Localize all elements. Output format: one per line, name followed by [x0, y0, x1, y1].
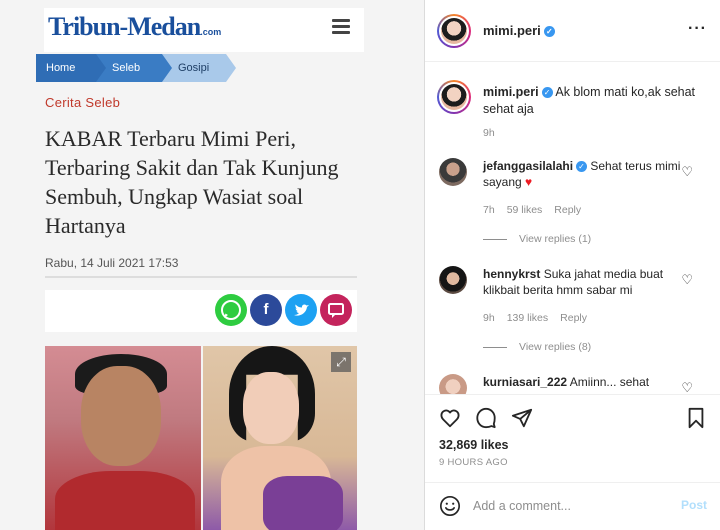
view-replies-button[interactable]: View replies (8) — [483, 341, 591, 353]
article-screenshot: Tribun-Medan.com Home Seleb Gosipi Cerit… — [0, 0, 424, 530]
site-header: Tribun-Medan.com — [44, 8, 364, 52]
like-heart-icon[interactable] — [439, 407, 461, 429]
avatar[interactable] — [439, 158, 467, 186]
comment-icon[interactable] — [320, 294, 352, 326]
comment-username[interactable]: hennykrst — [483, 267, 540, 281]
divider — [45, 276, 357, 278]
caption-time: 9h — [483, 127, 495, 139]
comment-likes[interactable]: 139 likes — [507, 312, 548, 324]
whatsapp-icon[interactable] — [215, 294, 247, 326]
avatar[interactable] — [439, 266, 467, 294]
verified-icon: ✓ — [576, 161, 588, 173]
avatar[interactable] — [437, 80, 471, 114]
post-actions: 32,869 likes 9 HOURS AGO — [425, 394, 720, 480]
article-category[interactable]: Cerita Seleb — [45, 95, 120, 110]
comment-time: 9h — [483, 312, 495, 324]
post-header: mimi.peri ✓ ··· — [425, 0, 720, 62]
reply-button[interactable]: Reply — [560, 312, 587, 324]
expand-icon[interactable]: ⤢ — [331, 352, 351, 372]
view-replies-button[interactable]: View replies (1) — [483, 233, 591, 245]
likes-count[interactable]: 32,869 likes — [439, 438, 509, 452]
post-username[interactable]: mimi.peri ✓ — [483, 23, 555, 38]
emoji-smile-icon[interactable] — [439, 495, 461, 517]
instagram-panel: mimi.peri ✓ ··· mimi.peri ✓ Ak blom mati k… — [424, 0, 720, 530]
twitter-icon[interactable] — [285, 294, 317, 326]
more-options-icon[interactable]: ··· — [688, 20, 707, 38]
facebook-icon[interactable]: f — [250, 294, 282, 326]
verified-icon: ✓ — [543, 26, 555, 38]
red-heart-emoji: ♥ — [525, 175, 533, 189]
site-logo[interactable]: Tribun-Medan.com — [48, 12, 221, 42]
comment-input[interactable] — [473, 495, 663, 517]
publish-date: Rabu, 14 Juli 2021 17:53 — [45, 256, 179, 270]
heart-icon[interactable]: ♡ — [681, 164, 693, 180]
photo-before — [45, 346, 201, 530]
comments-list[interactable]: mimi.peri ✓ Ak blom mati ko,ak sehat seha… — [425, 62, 720, 394]
comment-time: 7h — [483, 204, 495, 216]
breadcrumb: Home Seleb Gosipi — [36, 54, 236, 82]
reply-button[interactable]: Reply — [554, 204, 581, 216]
heart-icon[interactable]: ♡ — [681, 272, 693, 288]
comment-username[interactable]: jefanggasilalahi — [483, 159, 573, 173]
comment-likes[interactable]: 59 likes — [507, 204, 543, 216]
caption-username[interactable]: mimi.peri — [483, 85, 539, 99]
article-headline: KABAR Terbaru Mimi Peri, Terbaring Sakit… — [45, 126, 339, 238]
article-photo[interactable]: ⤢ — [45, 346, 357, 530]
verified-icon: ✓ — [541, 87, 553, 99]
comment-username[interactable]: kurniasari_222 — [483, 375, 567, 389]
avatar[interactable] — [439, 374, 467, 394]
bookmark-icon[interactable] — [685, 407, 707, 429]
heart-icon[interactable]: ♡ — [681, 380, 693, 394]
avatar[interactable] — [437, 14, 471, 48]
breadcrumb-home[interactable]: Home — [36, 54, 106, 82]
comment-text: Amiinn... sehat — [569, 375, 650, 389]
share-bar: f — [45, 290, 357, 332]
hamburger-menu-icon[interactable] — [332, 19, 350, 35]
add-comment-bar: Post — [425, 482, 720, 530]
post-timestamp: 9 HOURS AGO — [439, 457, 508, 468]
post-button[interactable]: Post — [681, 498, 707, 512]
photo-after — [203, 346, 357, 530]
comment-bubble-icon[interactable] — [475, 407, 497, 429]
share-plane-icon[interactable] — [511, 407, 533, 429]
